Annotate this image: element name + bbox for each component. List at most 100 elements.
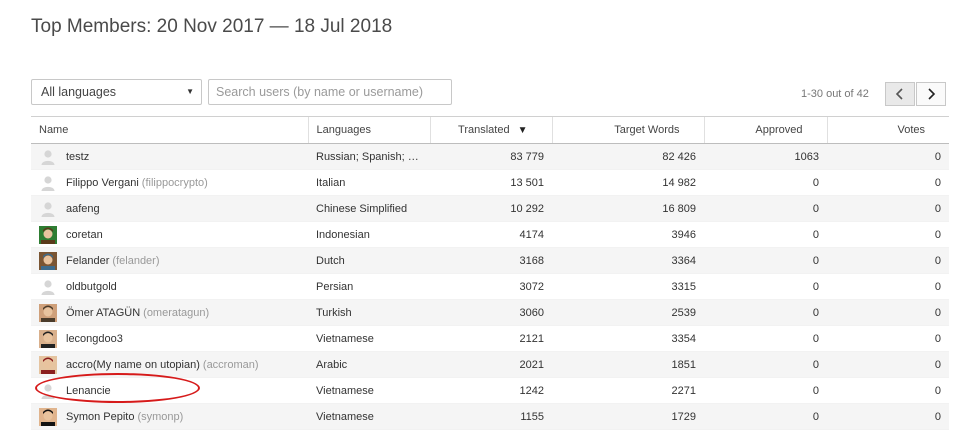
previous-page-button[interactable]: [885, 82, 915, 106]
table-row[interactable]: accro(My name on utopian) (accroman) Arabi…: [31, 351, 949, 378]
cell-approved: 0: [704, 299, 827, 326]
cell-translated: 13 501: [430, 169, 552, 196]
cell-votes: 0: [827, 221, 949, 248]
table-row[interactable]: Lenancie Vietnamese 1242 2271 0 0: [31, 377, 949, 404]
member-name-link[interactable]: coretan: [66, 229, 103, 241]
cell-approved: 0: [704, 273, 827, 300]
cell-approved: 0: [704, 169, 827, 196]
column-header-approved[interactable]: Approved: [703, 116, 827, 144]
language-select[interactable]: All languages ▼: [31, 79, 202, 105]
pagination-summary: 1-30 out of 42: [801, 88, 869, 100]
next-page-button[interactable]: [916, 82, 946, 106]
user-search-input[interactable]: [208, 79, 452, 105]
sort-descending-icon: ▼: [517, 125, 528, 136]
member-username: (felander): [112, 254, 160, 267]
cell-translated: 3168: [430, 247, 552, 274]
member-name-link[interactable]: Symon Pepito: [66, 411, 134, 423]
cell-name: Symon Pepito (symonp): [31, 403, 308, 430]
cell-approved: 0: [704, 351, 827, 378]
cell-target-words: 2539: [552, 299, 704, 326]
cell-approved: 1063: [704, 143, 827, 170]
table-row[interactable]: lecongdoo3 Vietnamese 2121 3354 0 0: [31, 325, 949, 352]
table-row[interactable]: coretan Indonesian 4174 3946 0 0: [31, 221, 949, 248]
table-row[interactable]: testz Russian; Spanish; Bu... 83 779 82 426…: [31, 143, 949, 170]
default-avatar-icon[interactable]: [39, 174, 57, 192]
cell-name: oldbutgold: [31, 273, 308, 300]
column-header-target-words[interactable]: Target Words: [551, 116, 704, 144]
user-photo-avatar[interactable]: [39, 355, 57, 374]
table-row[interactable]: Filippo Vergani (filippocrypto) Italian 13 …: [31, 169, 949, 196]
member-identity: testz: [39, 148, 300, 166]
cell-votes: 0: [827, 273, 949, 300]
cell-name: coretan: [31, 221, 308, 248]
member-name-link[interactable]: Lenancie: [66, 385, 111, 397]
cell-target-words: 1729: [552, 403, 704, 430]
member-identity: coretan: [39, 225, 300, 244]
table-row[interactable]: aafeng Chinese Simplified 10 292 16 809 0 0: [31, 195, 949, 222]
cell-target-words: 82 426: [552, 143, 704, 170]
user-photo-avatar[interactable]: [39, 407, 57, 426]
cell-languages: Vietnamese: [308, 403, 430, 430]
cell-translated: 2021: [430, 351, 552, 378]
top-members-table: Name Languages Translated ▼ Target Words …: [31, 116, 949, 430]
cell-target-words: 16 809: [552, 195, 704, 222]
default-avatar-icon[interactable]: [39, 200, 57, 218]
cell-target-words: 1851: [552, 351, 704, 378]
cell-name: testz: [31, 143, 308, 170]
column-header-votes[interactable]: Votes: [826, 116, 949, 144]
member-username: (accroman): [202, 358, 259, 371]
member-identity: Ömer ATAGÜN (omeratagun): [39, 303, 300, 322]
member-identity: Lenancie: [39, 382, 300, 400]
member-username: (omeratagun): [143, 306, 210, 319]
cell-name: Filippo Vergani (filippocrypto): [31, 169, 308, 196]
cell-translated: 1242: [430, 377, 552, 404]
user-photo-avatar[interactable]: [39, 303, 57, 322]
column-header-languages[interactable]: Languages: [307, 116, 430, 144]
cell-languages: Indonesian: [308, 221, 430, 248]
cell-translated: 3060: [430, 299, 552, 326]
cell-votes: 0: [827, 247, 949, 274]
member-name-link[interactable]: testz: [66, 151, 89, 163]
member-name-link[interactable]: Ömer ATAGÜN: [66, 307, 140, 319]
chevron-right-icon: [928, 88, 936, 100]
default-avatar-icon[interactable]: [39, 382, 57, 400]
member-identity: Filippo Vergani (filippocrypto): [39, 174, 300, 192]
cell-languages: Vietnamese: [308, 325, 430, 352]
cell-approved: 0: [704, 325, 827, 352]
cell-approved: 0: [704, 221, 827, 248]
member-name-link[interactable]: aafeng: [66, 203, 100, 215]
table-row[interactable]: oldbutgold Persian 3072 3315 0 0: [31, 273, 949, 300]
cell-name: aafeng: [31, 195, 308, 222]
table-row[interactable]: Ömer ATAGÜN (omeratagun) Turkish 3060 2539 0 0: [31, 299, 949, 326]
cell-target-words: 3315: [552, 273, 704, 300]
default-avatar-icon[interactable]: [39, 278, 57, 296]
cell-approved: 0: [704, 403, 827, 430]
member-name-link[interactable]: Filippo Vergani: [66, 177, 139, 189]
user-photo-avatar[interactable]: [39, 329, 57, 348]
cell-votes: 0: [827, 195, 949, 222]
cell-target-words: 14 982: [552, 169, 704, 196]
cell-name: Ömer ATAGÜN (omeratagun): [31, 299, 308, 326]
member-identity: Symon Pepito (symonp): [39, 407, 300, 426]
column-header-translated[interactable]: Translated ▼: [429, 116, 552, 144]
cell-name: Lenancie: [31, 377, 308, 404]
user-photo-avatar[interactable]: [39, 251, 57, 270]
member-identity: Felander (felander): [39, 251, 300, 270]
table-row[interactable]: Symon Pepito (symonp) Vietnamese 1155 1729 0 0: [31, 403, 949, 430]
member-name-link[interactable]: Felander: [66, 255, 109, 267]
member-name-link[interactable]: lecongdoo3: [66, 333, 123, 345]
table-row[interactable]: Felander (felander) Dutch 3168 3364 0 0: [31, 247, 949, 274]
cell-languages: Italian: [308, 169, 430, 196]
user-photo-avatar[interactable]: [39, 225, 57, 244]
column-header-translated-label: Translated: [458, 124, 510, 136]
member-name-link[interactable]: oldbutgold: [66, 281, 117, 293]
cell-votes: 0: [827, 299, 949, 326]
cell-languages: Russian; Spanish; Bu...: [308, 143, 430, 170]
default-avatar-icon[interactable]: [39, 148, 57, 166]
cell-approved: 0: [704, 247, 827, 274]
cell-name: Felander (felander): [31, 247, 308, 274]
member-name-link[interactable]: accro(My name on utopian): [66, 359, 200, 371]
cell-languages: Persian: [308, 273, 430, 300]
page-title: Top Members: 20 Nov 2017 — 18 Jul 2018: [31, 16, 393, 37]
column-header-name[interactable]: Name: [31, 116, 308, 144]
